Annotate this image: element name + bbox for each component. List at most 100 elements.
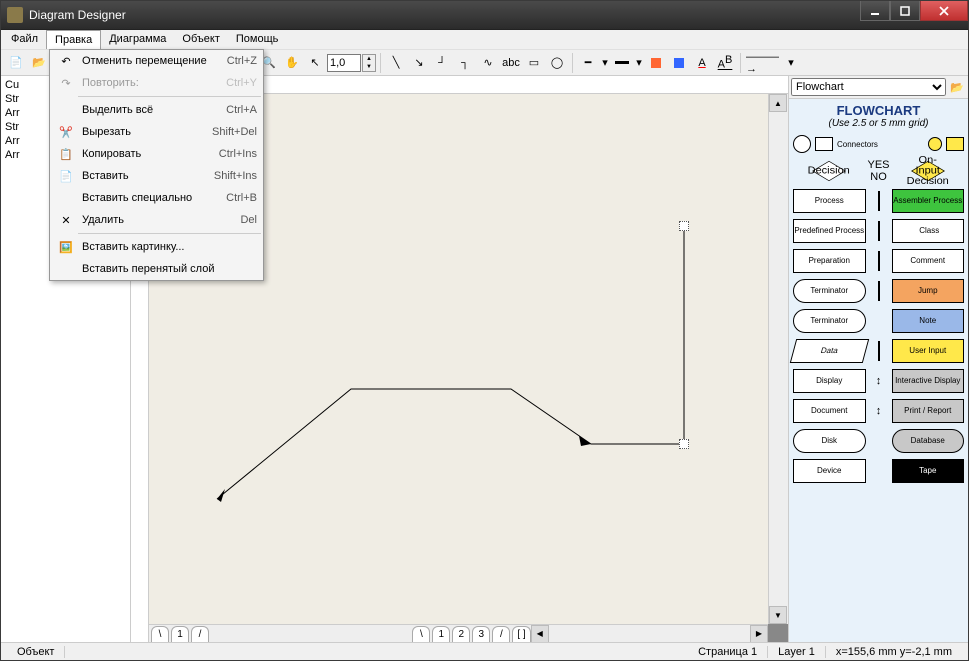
zoom-input[interactable] <box>327 54 361 72</box>
menu-diagram[interactable]: Диаграмма <box>101 30 174 49</box>
menu-edit[interactable]: Правка <box>46 30 101 49</box>
menuitem-повторить-: ↷Повторить:Ctrl+Y <box>50 72 263 94</box>
page-tab[interactable]: / <box>492 626 510 642</box>
minimize-button[interactable] <box>860 1 890 21</box>
page-tab-1[interactable]: 1 <box>171 626 189 642</box>
new-button[interactable]: 📄 <box>5 52 27 74</box>
page-tab[interactable]: \ <box>412 626 430 642</box>
palette-open-button[interactable]: 📂 <box>948 78 966 96</box>
scrollbar-vertical[interactable]: ▲▼ <box>768 94 788 624</box>
status-mode: Объект <box>7 646 65 658</box>
shape-terminator[interactable]: Terminator <box>793 279 866 303</box>
shape-connector-circle[interactable] <box>793 135 811 153</box>
palette-subtitle: (Use 2.5 or 5 mm grid) <box>793 118 964 129</box>
line-tool[interactable]: ╲ <box>385 52 407 74</box>
close-button[interactable] <box>920 1 968 21</box>
titlebar: Diagram Designer <box>1 1 968 30</box>
shape-data[interactable]: Data <box>790 339 869 363</box>
arrow-tool[interactable]: ↘ <box>408 52 430 74</box>
picture-icon: 🖼️ <box>56 241 76 254</box>
linecolor-button[interactable] <box>611 52 633 74</box>
pan-tool-button[interactable]: ✋ <box>281 52 303 74</box>
palette-body[interactable]: FLOWCHART (Use 2.5 or 5 mm grid) Connect… <box>789 98 968 642</box>
select-tool-button[interactable]: ↖ <box>304 52 326 74</box>
shape-terminator2[interactable]: Terminator <box>793 309 866 333</box>
shape-decision[interactable]: Decision <box>812 161 846 181</box>
curve-tool[interactable]: ∿ <box>477 52 499 74</box>
window-buttons <box>860 1 968 29</box>
format-button[interactable]: AB <box>714 52 736 74</box>
shape-jump[interactable]: Jump <box>892 279 965 303</box>
page-tab[interactable]: [ ] <box>512 626 530 642</box>
page-tab-1b[interactable]: 1 <box>432 626 450 642</box>
page-tab-2[interactable]: 2 <box>452 626 470 642</box>
page-tab[interactable]: / <box>191 626 209 642</box>
selection-handle[interactable] <box>679 221 689 231</box>
menuitem-удалить[interactable]: ✕УдалитьDel <box>50 209 263 231</box>
text-tool[interactable]: abc <box>500 52 522 74</box>
shape-connector-offpage[interactable] <box>815 137 833 151</box>
cut-icon: ✂️ <box>56 126 76 139</box>
fill1-button[interactable] <box>645 52 667 74</box>
shape-tape[interactable]: Tape <box>892 459 965 483</box>
connector2-tool[interactable]: ┐ <box>454 52 476 74</box>
menuitem-копировать[interactable]: 📋КопироватьCtrl+Ins <box>50 143 263 165</box>
shape-connector-circle-y[interactable] <box>928 137 942 151</box>
window-title: Diagram Designer <box>29 8 860 22</box>
menuitem-вставить-специально[interactable]: Вставить специальноCtrl+B <box>50 187 263 209</box>
shape-predefined[interactable]: Predefined Process <box>793 219 866 243</box>
menuitem-вырезать[interactable]: ✂️ВырезатьShift+Del <box>50 121 263 143</box>
page-tabs-scroll: \ 1 / \ 1 2 3 / [ ] ◀▶ <box>149 624 768 642</box>
palette-grid: Decision YESNO On-Input Decision Process… <box>793 159 964 483</box>
status-layer: Layer 1 <box>768 646 826 658</box>
status-coords: x=155,6 mm y=-2,1 mm <box>826 646 962 658</box>
menuitem-вставить-картинку-[interactable]: 🖼️Вставить картинку... <box>50 236 263 258</box>
shape-idisplay[interactable]: Interactive Display <box>892 369 965 393</box>
open-button[interactable]: 📂 <box>28 52 50 74</box>
shape-database[interactable]: Database <box>892 429 965 453</box>
shape-class[interactable]: Class <box>892 219 965 243</box>
rect-tool[interactable]: ▭ <box>523 52 545 74</box>
delete-icon: ✕ <box>56 214 76 227</box>
shape-preparation[interactable]: Preparation <box>793 249 866 273</box>
menu-help[interactable]: Помощь <box>228 30 287 49</box>
page-tab[interactable]: \ <box>151 626 169 642</box>
shape-assembler[interactable]: Assembler Process <box>892 189 965 213</box>
shape-comment[interactable]: Comment <box>892 249 965 273</box>
shape-disk[interactable]: Disk <box>793 429 866 453</box>
menuitem-вставить-перенятый-слой[interactable]: Вставить перенятый слой <box>50 258 263 280</box>
page-tab-3[interactable]: 3 <box>472 626 490 642</box>
shape-print[interactable]: Print / Report <box>892 399 965 423</box>
app-icon <box>7 7 23 23</box>
menu-file[interactable]: Файл <box>3 30 46 49</box>
menu-edit-dropdown: ↶Отменить перемещениеCtrl+Z↷Повторить:Ct… <box>49 49 264 281</box>
shape-document[interactable]: Document <box>793 399 866 423</box>
palette-title: FLOWCHART <box>793 103 964 118</box>
fill2-button[interactable] <box>668 52 690 74</box>
textcolor-button[interactable]: A <box>691 52 713 74</box>
shape-note[interactable]: Note <box>892 309 965 333</box>
shape-process[interactable]: Process <box>793 189 866 213</box>
maximize-button[interactable] <box>890 1 920 21</box>
shape-display[interactable]: Display <box>793 369 866 393</box>
copy-icon: 📋 <box>56 148 76 161</box>
shape-userinput[interactable]: User Input <box>892 339 965 363</box>
shape-connector-offpage-y[interactable] <box>946 137 964 151</box>
sep <box>380 53 381 73</box>
arrowstyle-button[interactable]: ———→ <box>745 52 785 74</box>
palette-select[interactable]: Flowchart <box>791 78 946 96</box>
menuitem-вставить[interactable]: 📄ВставитьShift+Ins <box>50 165 263 187</box>
redo-icon: ↷ <box>56 77 76 90</box>
menu-object[interactable]: Объект <box>174 30 227 49</box>
linestyle-button[interactable]: ━ <box>577 52 599 74</box>
menuitem-выделить-вс-[interactable]: Выделить всёCtrl+A <box>50 99 263 121</box>
connectors-label: Connectors <box>837 140 924 149</box>
selection-handle[interactable] <box>679 439 689 449</box>
shape-device[interactable]: Device <box>793 459 866 483</box>
menuitem-отменить-перемещение[interactable]: ↶Отменить перемещениеCtrl+Z <box>50 50 263 72</box>
zoom-stepper[interactable]: ▲▼ <box>362 54 376 72</box>
ellipse-tool[interactable]: ◯ <box>546 52 568 74</box>
shape-oninput-decision[interactable]: On-Input Decision <box>911 161 945 181</box>
palette-pane: Flowchart 📂 FLOWCHART (Use 2.5 or 5 mm g… <box>788 76 968 642</box>
connector1-tool[interactable]: ┘ <box>431 52 453 74</box>
